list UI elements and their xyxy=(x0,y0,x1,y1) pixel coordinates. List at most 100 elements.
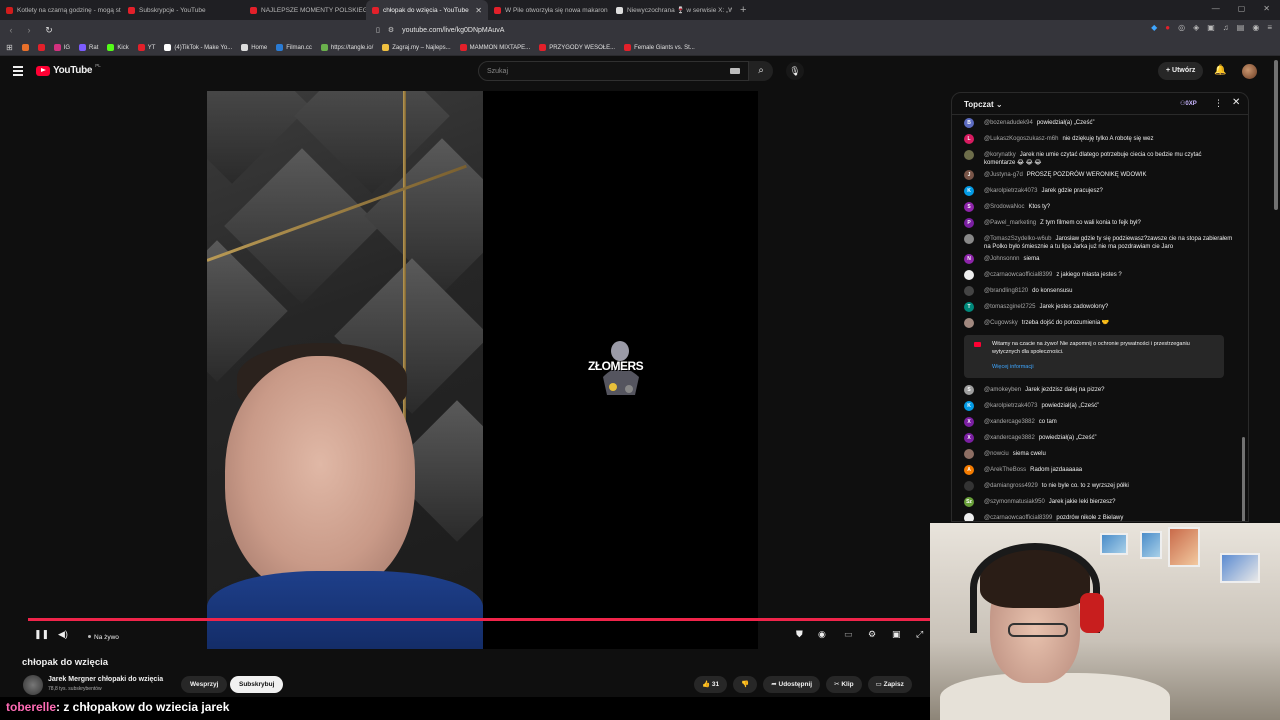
search-input[interactable]: Szukaj xyxy=(478,61,749,81)
points-badge[interactable]: ⚇0XP xyxy=(1180,100,1197,107)
bookmark-item[interactable]: Female Giants vs. St... xyxy=(624,44,695,51)
chat-message[interactable]: X @xandercage3882 co tam xyxy=(952,414,1242,430)
browser-tab[interactable]: chłopak do wzięcia - YouTube ✕ xyxy=(366,0,488,20)
autoplay-toggle-icon[interactable]: ◉ xyxy=(818,629,826,640)
volume-icon[interactable]: ◀) xyxy=(58,629,68,640)
create-button[interactable]: + Utwórz xyxy=(1158,62,1204,80)
chat-avatar[interactable] xyxy=(964,318,974,328)
chat-avatar[interactable] xyxy=(964,480,974,491)
chat-author[interactable]: @SrodowaNoc xyxy=(984,204,1024,210)
chat-avatar[interactable]: T xyxy=(964,302,974,312)
chat-avatar[interactable]: S xyxy=(964,384,974,395)
chat-message[interactable]: L @LukaszKogoszukasz-m6h nie dziękuję tylk… xyxy=(952,131,1242,147)
hamburger-menu-icon[interactable] xyxy=(13,66,23,76)
chat-author[interactable]: @karolpietrzak4073 xyxy=(984,188,1037,194)
chat-author[interactable]: @Johnsonnn xyxy=(984,256,1019,262)
bookmark-item[interactable] xyxy=(21,44,29,51)
back-icon[interactable]: ‹ xyxy=(4,25,18,35)
chat-message[interactable]: A @ArekTheBoss Radom jazdaaaaaa xyxy=(952,462,1242,478)
new-tab-button[interactable]: + xyxy=(740,4,746,16)
more-info-link[interactable]: Więcej informacji xyxy=(992,364,1216,372)
extension-icon[interactable]: ◎ xyxy=(1178,23,1185,32)
extension-icon[interactable]: ◆ xyxy=(1151,23,1157,32)
pause-icon[interactable]: ❚❚ xyxy=(34,629,49,640)
chat-message[interactable]: J @Justyna-g7d PROSZĘ POZDRÓW WERONIKĘ WDO… xyxy=(952,167,1242,183)
bookmark-item[interactable]: Filman.cc xyxy=(276,44,312,51)
chat-message[interactable]: K @karolpietrzak4073 Jarek gdzie pracujesz… xyxy=(952,183,1242,199)
share-button[interactable]: ➦ Udostępnij xyxy=(763,676,821,693)
bookmark-item[interactable]: Kick xyxy=(107,44,129,51)
chat-avatar[interactable]: J xyxy=(964,170,974,180)
chat-author[interactable]: @ArekTheBoss xyxy=(984,467,1026,473)
fullscreen-icon[interactable]: ⤢ xyxy=(916,629,923,640)
chat-message[interactable]: @brandling8120 do konsensusu xyxy=(952,283,1242,299)
extension-icon[interactable]: ▤ xyxy=(1237,23,1245,32)
dislike-button[interactable]: 👎 xyxy=(733,676,758,693)
bookmark-item[interactable]: Zagraj.my – Najleps... xyxy=(382,44,451,51)
chat-avatar[interactable] xyxy=(964,234,974,244)
keyboard-icon[interactable] xyxy=(730,68,740,74)
chat-message[interactable]: Sz @szymonmatusiak950 Jarek jakie leki bie… xyxy=(952,494,1242,510)
page-scrollbar[interactable] xyxy=(1274,60,1278,210)
maximize-icon[interactable]: ▢ xyxy=(1238,4,1246,13)
chat-avatar[interactable]: L xyxy=(964,134,974,144)
live-indicator[interactable]: Na żywo xyxy=(88,631,119,641)
chat-author[interactable]: @Pawel_marketing xyxy=(984,220,1036,226)
chat-author[interactable]: @xandercage3882 xyxy=(984,419,1035,425)
chat-avatar[interactable] xyxy=(964,270,974,280)
chat-author[interactable]: @Justyna-g7d xyxy=(984,172,1023,178)
extension-icon[interactable]: ♫ xyxy=(1223,23,1229,32)
chat-message[interactable]: @TomaszSzydelko-w6ub Jarosław gdzie ty si… xyxy=(952,231,1242,251)
chat-author[interactable]: @korynatky xyxy=(984,152,1016,158)
subtitles-icon[interactable]: ▭ xyxy=(844,629,853,640)
chat-avatar[interactable] xyxy=(964,150,974,160)
chat-author[interactable]: @czarnaowcaofficial8399 xyxy=(984,515,1052,521)
chat-message[interactable]: S @SrodowaNoc Ktos ty? xyxy=(952,199,1242,215)
progress-bar[interactable] xyxy=(28,618,930,621)
chat-author[interactable]: @szymonmatusiak950 xyxy=(984,499,1045,505)
chat-avatar[interactable]: K xyxy=(964,400,974,411)
chat-avatar[interactable]: B xyxy=(964,118,974,128)
chat-message[interactable]: @nowciu siema cwelu xyxy=(952,446,1242,462)
extension-icon[interactable]: ● xyxy=(1165,23,1170,32)
like-button[interactable]: 👍 31 xyxy=(694,676,728,693)
extension-icon[interactable]: ▣ xyxy=(1207,23,1215,32)
chat-message[interactable]: @Cugowsky trzeba dojść do porozumienia 🤝 xyxy=(952,315,1242,331)
chat-message[interactable]: B @bozenadudek94 powiedział(a) „Cześć” xyxy=(952,115,1242,131)
bookmark-item[interactable]: PRZYGODY WESOŁE... xyxy=(539,44,615,51)
bookmark-item[interactable]: https://tangle.io/ xyxy=(320,44,373,51)
forward-icon[interactable]: › xyxy=(22,25,36,35)
chat-message[interactable]: @czarnaowcaofficial8399 pozdrów nikole z … xyxy=(952,510,1242,521)
chat-author[interactable]: @brandling8120 xyxy=(984,288,1028,294)
search-button[interactable]: ⌕ xyxy=(749,61,773,81)
youtube-logo[interactable]: YouTube PL xyxy=(36,63,101,76)
chat-avatar[interactable]: K xyxy=(964,186,974,196)
minimize-icon[interactable]: — xyxy=(1212,4,1220,13)
bookmark-item[interactable]: IG xyxy=(53,44,70,51)
bookmark-item[interactable]: Rat xyxy=(79,44,98,51)
chat-author[interactable]: @nowciu xyxy=(984,451,1009,457)
chat-author[interactable]: @amokeyben xyxy=(984,387,1021,393)
close-icon[interactable]: ✕ xyxy=(1232,97,1240,108)
save-button[interactable]: ▭ Zapisz xyxy=(867,676,912,693)
chat-author[interactable]: @karolpietrzak4073 xyxy=(984,403,1037,409)
chat-avatar[interactable] xyxy=(964,512,974,521)
browser-tab[interactable]: Niewyczochrana 🍷 w serwisie X: „W xyxy=(610,0,732,20)
account-avatar[interactable] xyxy=(1242,64,1257,79)
chat-avatar[interactable]: Sz xyxy=(964,496,974,507)
chat-author[interactable]: @LukaszKogoszukasz-m6h xyxy=(984,136,1058,142)
subscribe-button[interactable]: Subskrybuj xyxy=(230,676,284,693)
channel-name[interactable]: Jarek Mergner chłopaki do wzięcia xyxy=(48,676,163,683)
chat-author[interactable]: @bozenadudek94 xyxy=(984,120,1033,126)
chat-mode-dropdown[interactable]: Topczat ⌄ xyxy=(964,100,1003,109)
video-player[interactable]: ZŁOMERS xyxy=(207,91,758,649)
settings-gear-icon[interactable]: ⚙ xyxy=(868,629,876,640)
reload-icon[interactable]: ↻ xyxy=(42,25,56,36)
chat-author[interactable]: @Cugowsky xyxy=(984,320,1018,326)
chat-message[interactable]: K @karolpietrzak4073 powiedział(a) „Cześć” xyxy=(952,398,1242,414)
bookmark-item[interactable]: MAMMON MIXTAPE... xyxy=(459,44,530,51)
chat-avatar[interactable]: A xyxy=(964,464,974,475)
menu-icon[interactable]: ≡ xyxy=(1267,23,1272,32)
window-close-icon[interactable]: ✕ xyxy=(1263,4,1270,13)
apps-grid-icon[interactable]: ⊞ xyxy=(6,43,13,52)
